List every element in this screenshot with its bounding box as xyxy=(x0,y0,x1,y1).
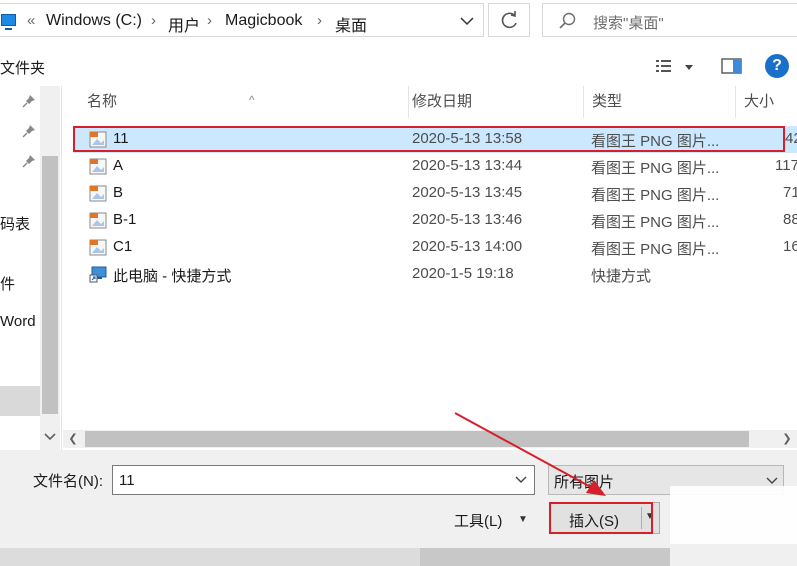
png-image-icon xyxy=(89,131,107,148)
taskbar-strip xyxy=(420,548,670,566)
file-type: 看图王 PNG 图片... xyxy=(591,160,720,177)
file-type: 看图王 PNG 图片... xyxy=(591,187,720,204)
table-row[interactable]: A 2020-5-13 13:44 看图王 PNG 图片... 117 xyxy=(73,153,797,180)
preview-pane-icon xyxy=(721,58,742,74)
file-modified: 2020-1-5 19:18 xyxy=(412,265,514,282)
insert-split-divider xyxy=(641,507,642,529)
search-input[interactable]: 搜索"桌面" xyxy=(593,12,664,33)
nav-item-label[interactable]: 码表（关 xyxy=(0,213,40,234)
tools-dropdown-icon: ▼ xyxy=(518,514,528,525)
file-name: A xyxy=(113,157,124,174)
file-name: B xyxy=(113,184,124,201)
address-bar[interactable]: « Windows (C:) › 用户 › Magicbook › 桌面 xyxy=(0,3,484,37)
this-pc-icon xyxy=(1,14,16,30)
file-type: 看图王 PNG 图片... xyxy=(591,214,720,231)
file-type: 快捷方式 xyxy=(591,268,652,285)
file-list: 名称 ^ 修改日期 类型 大小 11 2020-5-13 13:58 看图王 P… xyxy=(63,86,797,450)
file-modified: 2020-5-13 13:44 xyxy=(412,157,523,174)
png-image-icon xyxy=(89,158,107,175)
file-size: 16 xyxy=(783,238,797,255)
nav-item-selected[interactable] xyxy=(0,386,40,416)
horizontal-scrollbar-thumb[interactable] xyxy=(85,431,749,447)
file-type: 看图王 PNG 图片... xyxy=(591,241,720,258)
command-toolbar: 文件夹 ? xyxy=(0,44,797,86)
column-header-name[interactable]: 名称 ^ xyxy=(79,86,409,118)
table-row[interactable]: 此电脑 - 快捷方式 2020-1-5 19:18 快捷方式 xyxy=(73,261,797,288)
file-modified: 2020-5-13 13:46 xyxy=(412,211,523,228)
scroll-left-icon[interactable]: ❮ xyxy=(65,431,81,447)
file-modified: 2020-5-13 13:58 xyxy=(412,130,523,147)
search-icon xyxy=(557,12,577,34)
tools-button-label: 工具(L) xyxy=(454,513,503,530)
file-name: B-1 xyxy=(113,211,137,228)
file-name: 此电脑 - 快捷方式 xyxy=(113,268,232,285)
horizontal-scrollbar[interactable]: ❮ ❯ xyxy=(63,430,797,448)
navigation-pane: 码表（关 件 Word xyxy=(0,86,62,450)
address-dropdown-icon[interactable] xyxy=(455,10,479,32)
breadcrumb-separator-icon: › xyxy=(151,12,156,29)
search-box[interactable]: 搜索"桌面" xyxy=(542,3,797,37)
watermark-patch xyxy=(670,486,797,544)
refresh-icon xyxy=(501,11,517,29)
file-size: 71 xyxy=(783,184,797,201)
filter-dropdown-icon[interactable] xyxy=(765,474,779,486)
file-modified: 2020-5-13 13:45 xyxy=(412,184,523,201)
breadcrumb-desktop[interactable]: 桌面 xyxy=(335,12,367,36)
column-header-type[interactable]: 类型 xyxy=(584,86,736,118)
new-folder-button[interactable]: 文件夹 xyxy=(0,57,45,78)
breadcrumb-separator-icon: › xyxy=(207,12,212,29)
table-row[interactable]: B 2020-5-13 13:45 看图王 PNG 图片... 71 xyxy=(73,180,797,207)
file-size: 117 xyxy=(775,157,797,174)
column-header-modified[interactable]: 修改日期 xyxy=(404,86,584,118)
png-image-icon xyxy=(89,212,107,229)
nav-scroll-down-icon[interactable] xyxy=(42,426,58,446)
table-row[interactable]: 11 2020-5-13 13:58 看图王 PNG 图片... 42 xyxy=(73,126,797,153)
address-bar-row: « Windows (C:) › 用户 › Magicbook › 桌面 搜索"… xyxy=(0,0,797,42)
nav-scrollbar-thumb[interactable] xyxy=(42,156,58,414)
breadcrumb-user[interactable]: Magicbook xyxy=(225,12,302,30)
insert-button[interactable]: 插入(S) ▼ xyxy=(550,502,660,534)
nav-item-label[interactable]: Word xyxy=(0,313,40,330)
table-row[interactable]: B-1 2020-5-13 13:46 看图王 PNG 图片... 88 xyxy=(73,207,797,234)
file-type-filter-value: 所有图片 xyxy=(554,474,615,491)
preview-pane-button[interactable] xyxy=(720,56,744,76)
file-name: C1 xyxy=(113,238,133,255)
filename-dropdown-icon[interactable] xyxy=(512,472,530,488)
file-name: 11 xyxy=(113,130,129,147)
help-button[interactable]: ? xyxy=(765,54,789,78)
tools-button[interactable]: 工具(L) ▼ xyxy=(448,505,538,533)
insert-dropdown-icon[interactable]: ▼ xyxy=(645,511,655,522)
filename-label: 文件名(N): xyxy=(33,473,103,490)
file-modified: 2020-5-13 14:00 xyxy=(412,238,523,255)
breadcrumb-separator-icon: › xyxy=(317,12,322,29)
breadcrumb-users[interactable]: 用户 xyxy=(168,12,200,36)
refresh-button[interactable] xyxy=(488,3,530,37)
breadcrumb-overflow[interactable]: « xyxy=(27,12,35,29)
shortcut-icon xyxy=(89,266,107,283)
nav-item-label[interactable]: 件 xyxy=(0,273,40,294)
pin-icon[interactable] xyxy=(22,154,36,168)
file-size: 88 xyxy=(783,211,797,228)
details-view-icon xyxy=(656,60,693,72)
column-header-name-label: 名称 xyxy=(87,93,118,110)
change-view-button[interactable] xyxy=(652,56,700,78)
pin-icon[interactable] xyxy=(22,94,36,108)
png-image-icon xyxy=(89,185,107,202)
scroll-right-icon[interactable]: ❯ xyxy=(779,431,795,447)
filename-input[interactable] xyxy=(112,465,535,495)
table-row[interactable]: C1 2020-5-13 14:00 看图王 PNG 图片... 16 xyxy=(73,234,797,261)
pin-icon[interactable] xyxy=(22,124,36,138)
breadcrumb-drive[interactable]: Windows (C:) xyxy=(46,12,142,30)
column-header-size[interactable]: 大小 xyxy=(736,86,797,118)
taskbar-strip xyxy=(0,548,420,566)
png-image-icon xyxy=(89,239,107,256)
insert-button-label: 插入(S) xyxy=(569,513,619,530)
sort-ascending-icon: ^ xyxy=(249,93,255,107)
file-type: 看图王 PNG 图片... xyxy=(591,133,720,150)
file-size: 42 xyxy=(785,130,797,147)
